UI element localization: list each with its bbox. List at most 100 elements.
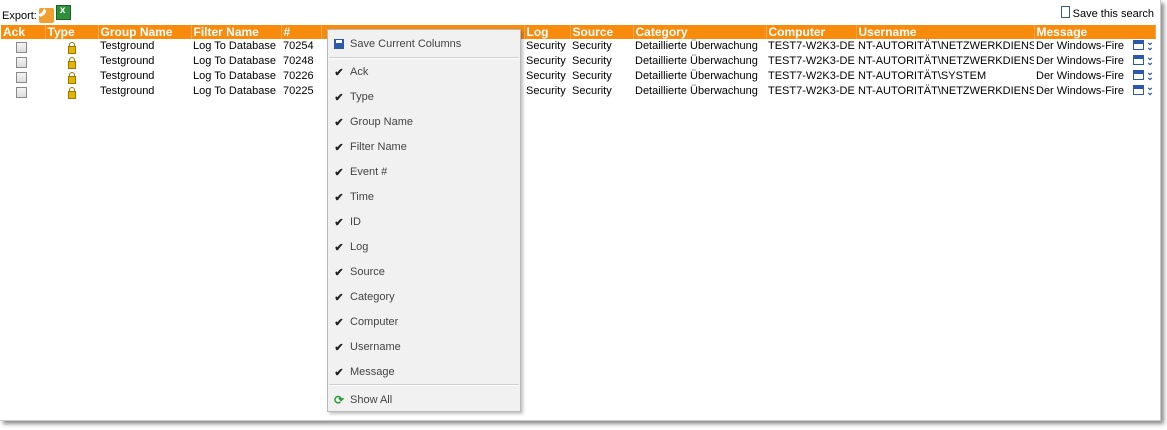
save-search-link[interactable]: Save this search — [1060, 6, 1154, 20]
expand-details-icon[interactable]: ⌄ ⌄ — [1145, 39, 1155, 52]
table-row[interactable]: Testground Log To Database 70225 Securit… — [1, 84, 1155, 99]
expand-details-icon[interactable]: ⌄ ⌄ — [1145, 69, 1155, 82]
menu-item-type[interactable]: ✔ Type — [328, 87, 520, 107]
ack-cell — [1, 84, 45, 99]
computer-cell: TEST7-W2K3-DE — [768, 70, 855, 82]
app-frame: Export: Save this search Ack Type Group … — [0, 0, 1161, 421]
ack-checkbox[interactable] — [16, 72, 27, 83]
menu-show-all[interactable]: ⟳ Show All — [328, 390, 520, 410]
lock-icon — [67, 41, 76, 54]
column-header-ack[interactable]: Ack — [1, 25, 46, 39]
group-name-cell: Testground — [100, 70, 155, 82]
checkmark-icon: ✔ — [334, 291, 344, 304]
events-table: Ack Type Group Name Filter Name # Log So… — [1, 25, 1156, 99]
source-cell: Security — [572, 70, 612, 82]
category-cell: Detaillierte Überwachung — [635, 55, 758, 67]
menu-item-time[interactable]: ✔ Time — [328, 187, 520, 207]
group-name-cell: Testground — [100, 85, 155, 97]
menu-item-label: Log — [350, 241, 369, 253]
checkmark-icon: ✔ — [334, 266, 344, 279]
menu-item-log[interactable]: ✔ Log — [328, 237, 520, 257]
username-cell: NT-AUTORITÄT\SYSTEM — [858, 70, 987, 82]
menu-item-label: Event # — [350, 166, 388, 178]
menu-item-filter-name[interactable]: ✔ Filter Name — [328, 137, 520, 157]
export-toolbar: Export: — [2, 5, 71, 23]
column-header-message[interactable]: Message — [1034, 25, 1156, 39]
refresh-icon: ⟳ — [333, 393, 345, 407]
username-cell: NT-AUTORITÄT\NETZWERKDIENST — [858, 40, 1034, 52]
message-cell: Der Windows-Fire ⌄ ⌄ — [1034, 69, 1155, 84]
excel-export-icon[interactable] — [55, 5, 71, 20]
column-header-group-name[interactable]: Group Name — [98, 25, 192, 39]
open-window-icon[interactable] — [1133, 40, 1144, 50]
menu-item-label: Message — [350, 366, 395, 378]
menu-save-current-columns[interactable]: Save Current Columns — [328, 34, 520, 54]
open-window-icon[interactable] — [1133, 55, 1144, 65]
event-number-cell: 70226 — [283, 70, 314, 82]
menu-divider — [329, 57, 519, 59]
username-cell: NT-AUTORITÄT\NETZWERKDIENST — [858, 55, 1034, 67]
column-header-log[interactable]: Log — [524, 25, 571, 39]
table-row[interactable]: Testground Log To Database 70226 Securit… — [1, 69, 1155, 84]
column-header-source[interactable]: Source — [570, 25, 634, 39]
message-cell: Der Windows-Fire ⌄ ⌄ — [1034, 84, 1155, 99]
event-number-cell: 70225 — [283, 85, 314, 97]
column-header-event-number[interactable]: # — [281, 25, 322, 39]
event-number-cell: 70248 — [283, 55, 314, 67]
checkmark-icon: ✔ — [334, 66, 344, 79]
menu-divider — [329, 384, 519, 386]
menu-item-group-name[interactable]: ✔ Group Name — [328, 112, 520, 132]
group-name-cell: Testground — [100, 40, 155, 52]
menu-item-label: ID — [350, 216, 361, 228]
ack-checkbox[interactable] — [16, 87, 27, 98]
open-window-icon[interactable] — [1133, 85, 1144, 95]
menu-item-source[interactable]: ✔ Source — [328, 262, 520, 282]
checkmark-icon: ✔ — [334, 166, 344, 179]
column-header-computer[interactable]: Computer — [766, 25, 857, 39]
log-cell: Security — [526, 70, 566, 82]
source-cell: Security — [572, 40, 612, 52]
expand-details-icon[interactable]: ⌄ ⌄ — [1145, 54, 1155, 67]
save-search-label: Save this search — [1072, 8, 1154, 20]
group-name-cell: Testground — [100, 55, 155, 67]
open-window-icon[interactable] — [1133, 70, 1144, 80]
menu-item-label: Show All — [350, 394, 393, 406]
table-row[interactable]: Testground Log To Database 70248 Securit… — [1, 54, 1155, 69]
column-header-filter-name[interactable]: Filter Name — [191, 25, 282, 39]
source-cell: Security — [572, 55, 612, 67]
checkmark-icon: ✔ — [334, 191, 344, 204]
menu-item-event-number[interactable]: ✔ Event # — [328, 162, 520, 182]
type-cell — [45, 84, 98, 99]
menu-item-message[interactable]: ✔ Message — [328, 362, 520, 382]
computer-cell: TEST7-W2K3-DE — [768, 55, 855, 67]
category-cell: Detaillierte Überwachung — [635, 85, 758, 97]
ack-checkbox[interactable] — [16, 57, 27, 68]
table-row[interactable]: Testground Log To Database 70254 Securit… — [1, 39, 1155, 54]
menu-item-username[interactable]: ✔ Username — [328, 337, 520, 357]
export-label: Export: — [2, 9, 37, 22]
message-text: Der Windows-Fire — [1036, 85, 1125, 97]
category-cell: Detaillierte Überwachung — [635, 70, 758, 82]
menu-item-ack[interactable]: ✔ Ack — [328, 62, 520, 82]
rss-feed-icon[interactable] — [38, 8, 54, 23]
menu-item-label: Type — [350, 91, 374, 103]
ack-checkbox[interactable] — [16, 42, 27, 53]
checkmark-icon: ✔ — [334, 116, 344, 129]
menu-item-category[interactable]: ✔ Category — [328, 287, 520, 307]
menu-item-id[interactable]: ✔ ID — [328, 212, 520, 232]
filter-name-cell: Log To Database — [193, 40, 276, 52]
source-cell: Security — [572, 85, 612, 97]
message-text: Der Windows-Fire — [1036, 70, 1125, 82]
username-cell: NT-AUTORITÄT\NETZWERKDIENST — [858, 85, 1034, 97]
message-cell: Der Windows-Fire ⌄ ⌄ — [1034, 39, 1155, 54]
checkmark-icon: ✔ — [334, 341, 344, 354]
message-text: Der Windows-Fire — [1036, 55, 1125, 67]
message-text: Der Windows-Fire — [1036, 40, 1125, 52]
checkmark-icon: ✔ — [334, 91, 344, 104]
log-cell: Security — [526, 85, 566, 97]
menu-item-computer[interactable]: ✔ Computer — [328, 312, 520, 332]
column-header-category[interactable]: Category — [633, 25, 767, 39]
column-header-username[interactable]: Username — [856, 25, 1035, 39]
expand-details-icon[interactable]: ⌄ ⌄ — [1145, 84, 1155, 97]
column-header-type[interactable]: Type — [45, 25, 99, 39]
